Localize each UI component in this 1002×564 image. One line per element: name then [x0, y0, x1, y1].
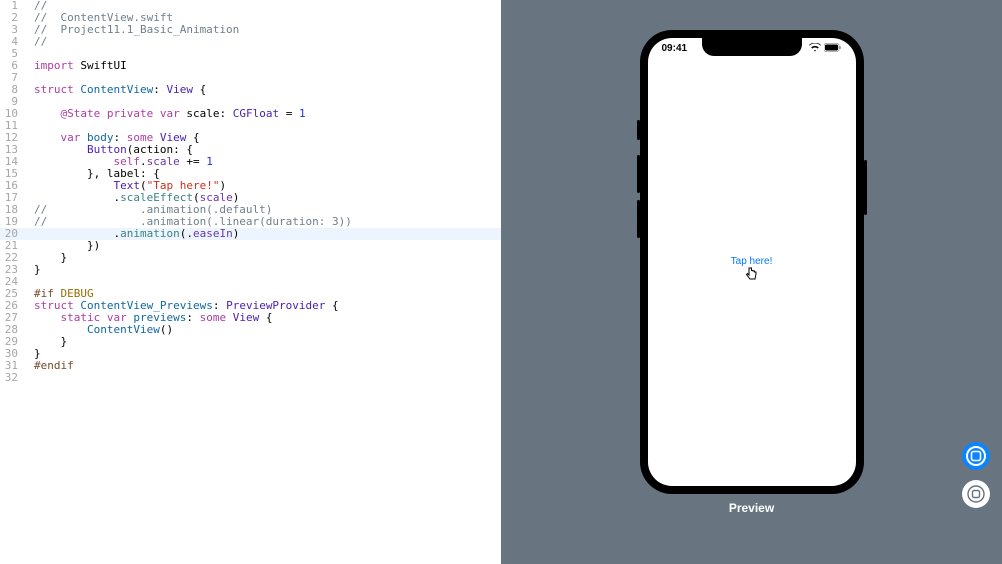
code-content[interactable]: // Project11.1_Basic_Animation [24, 24, 239, 36]
preview-label: Preview [729, 502, 774, 514]
device-power-button [864, 160, 867, 215]
device-volume-up [637, 155, 640, 193]
code-line[interactable]: 8struct ContentView: View { [0, 84, 501, 96]
code-line[interactable]: 28 ContentView() [0, 324, 501, 336]
code-content[interactable]: } [24, 336, 67, 348]
code-line[interactable]: 4// [0, 36, 501, 48]
code-content[interactable]: import SwiftUI [24, 60, 127, 72]
live-preview-button[interactable] [962, 442, 990, 470]
device-frame: 09:41 Tap here! [640, 30, 864, 494]
code-line[interactable]: 29 } [0, 336, 501, 348]
line-number: 32 [0, 372, 24, 384]
code-line[interactable]: 32 [0, 372, 501, 384]
tap-here-button[interactable]: Tap here! [731, 256, 773, 268]
device-mute-switch [637, 120, 640, 140]
code-line[interactable]: 6import SwiftUI [0, 60, 501, 72]
code-line[interactable]: 21 }) [0, 240, 501, 252]
code-content[interactable]: struct ContentView: View { [24, 84, 206, 96]
code-content[interactable]: } [24, 252, 67, 264]
code-line[interactable]: 30} [0, 348, 501, 360]
status-time: 09:41 [662, 43, 688, 55]
code-line[interactable]: 3// Project11.1_Basic_Animation [0, 24, 501, 36]
device-notch [702, 38, 802, 56]
preview-pane: 09:41 Tap here! Preview [501, 0, 1002, 564]
device-volume-down [637, 200, 640, 238]
device-screen: 09:41 Tap here! [648, 38, 856, 486]
code-line[interactable]: 31#endif [0, 360, 501, 372]
pointer-cursor-icon [744, 266, 760, 284]
code-content[interactable]: @State private var scale: CGFloat = 1 [24, 108, 306, 120]
code-line[interactable]: 10 @State private var scale: CGFloat = 1 [0, 108, 501, 120]
wifi-icon [809, 43, 821, 56]
code-editor[interactable]: 1//2// ContentView.swift3// Project11.1_… [0, 0, 501, 564]
code-content[interactable]: } [24, 264, 41, 276]
code-line[interactable]: 22 } [0, 252, 501, 264]
code-line[interactable]: 23} [0, 264, 501, 276]
battery-icon [824, 43, 842, 56]
code-content[interactable]: // [24, 36, 47, 48]
code-content[interactable]: #endif [24, 360, 74, 372]
preview-on-device-button[interactable] [962, 480, 990, 508]
